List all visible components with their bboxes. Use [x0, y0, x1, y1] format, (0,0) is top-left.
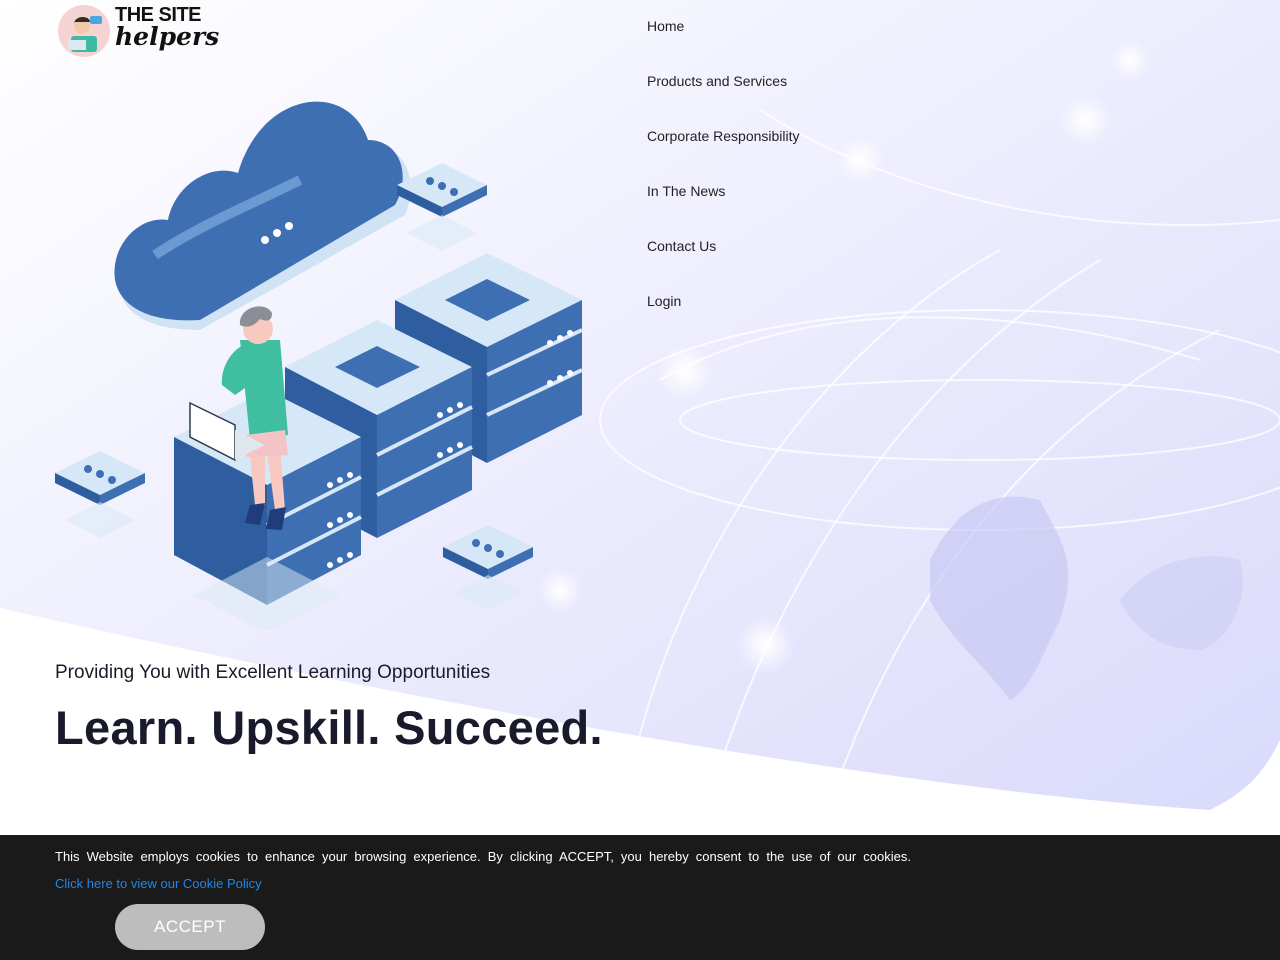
nav-item-products-and-services[interactable]: Products and Services — [647, 73, 787, 89]
nav-item-in-the-news[interactable]: In The News — [647, 183, 725, 199]
nav-item-contact-us[interactable]: Contact Us — [647, 238, 716, 254]
nav-item-home[interactable]: Home — [647, 18, 684, 34]
hero-headline: Learn. Upskill. Succeed. — [55, 701, 603, 754]
nav-item-login[interactable]: Login — [647, 293, 681, 309]
logo-wordmark-bottom: helpers — [115, 22, 220, 51]
cloud-server-illustration — [55, 101, 583, 630]
floating-tile-icon — [443, 525, 533, 611]
cookie-policy-link[interactable]: Click here to view our Cookie Policy — [55, 876, 262, 891]
logo-avatar-icon — [58, 5, 110, 57]
cookie-message: This Website employs cookies to enhance … — [55, 849, 911, 864]
cloud-icon — [114, 101, 411, 331]
hero-tagline: Providing You with Excellent Learning Op… — [55, 662, 491, 683]
accept-cookies-button[interactable]: ACCEPT — [115, 904, 265, 950]
nav-item-corporate-responsibility[interactable]: Corporate Responsibility — [647, 128, 800, 144]
floating-tile-icon — [397, 163, 487, 251]
site-logo[interactable]: THE SITE helpers — [57, 4, 219, 60]
floating-tile-icon — [55, 451, 145, 538]
cookie-consent-bar: This Website employs cookies to enhance … — [0, 835, 1280, 960]
